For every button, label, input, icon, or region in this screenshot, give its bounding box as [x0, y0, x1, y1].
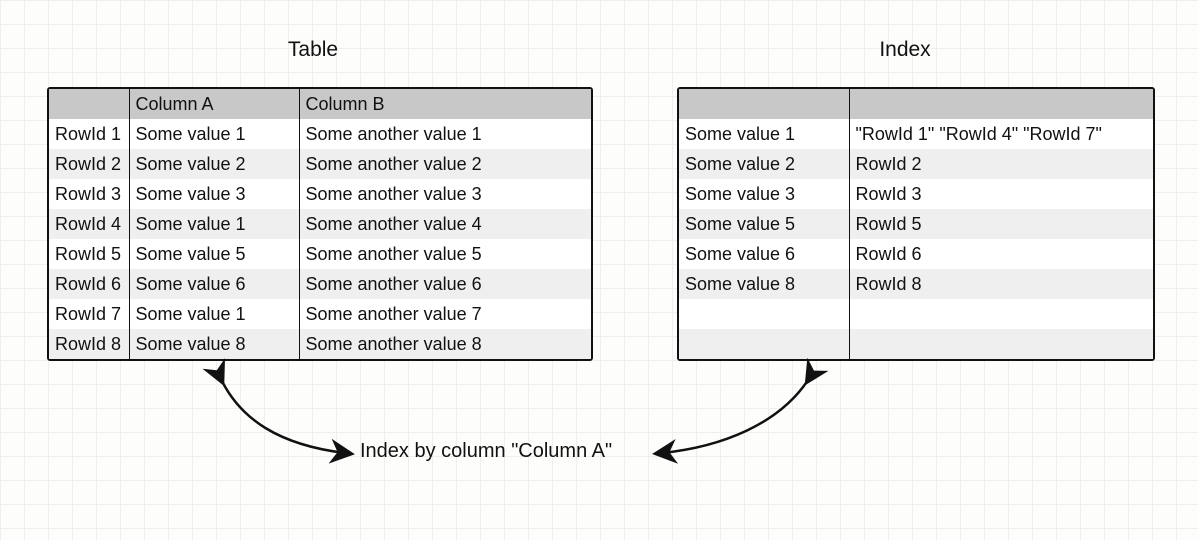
- cell-colB: Some another value 1: [299, 119, 591, 149]
- table-header: Column A: [129, 89, 299, 119]
- cell-rowid: RowId 8: [49, 329, 129, 359]
- cell-colA: Some value 5: [129, 239, 299, 269]
- cell-colA: Some value 8: [129, 329, 299, 359]
- cell-rowid: RowId 5: [49, 239, 129, 269]
- index-row: Some value 2RowId 2: [679, 149, 1153, 179]
- cell-colA: Some value 6: [129, 269, 299, 299]
- table-header: [49, 89, 129, 119]
- cell-rowid: RowId 3: [49, 179, 129, 209]
- index-key: Some value 2: [679, 149, 849, 179]
- cell-colB: Some another value 4: [299, 209, 591, 239]
- cell-colA: Some value 3: [129, 179, 299, 209]
- cell-rowid: RowId 4: [49, 209, 129, 239]
- index-row-empty: [679, 329, 1153, 359]
- index-value: "RowId 1" "RowId 4" "RowId 7": [849, 119, 1153, 149]
- table-header-row: Column A Column B: [49, 89, 591, 119]
- empty-cell: [679, 329, 849, 359]
- cell-rowid: RowId 6: [49, 269, 129, 299]
- main-table: Column A Column B RowId 1Some value 1Som…: [47, 87, 593, 361]
- index-table: Some value 1"RowId 1" "RowId 4" "RowId 7…: [677, 87, 1155, 361]
- table-row: RowId 4Some value 1Some another value 4: [49, 209, 591, 239]
- index-row: Some value 5RowId 5: [679, 209, 1153, 239]
- index-header-row: [679, 89, 1153, 119]
- empty-cell: [679, 299, 849, 329]
- index-header: [849, 89, 1153, 119]
- table-title: Table: [253, 38, 373, 62]
- index-title: Index: [845, 38, 965, 62]
- empty-cell: [849, 329, 1153, 359]
- cell-colB: Some another value 7: [299, 299, 591, 329]
- cell-colB: Some another value 6: [299, 269, 591, 299]
- cell-colB: Some another value 2: [299, 149, 591, 179]
- index-key: Some value 5: [679, 209, 849, 239]
- table-row: RowId 6Some value 6Some another value 6: [49, 269, 591, 299]
- index-row: Some value 3RowId 3: [679, 179, 1153, 209]
- cell-colB: Some another value 8: [299, 329, 591, 359]
- index-value: RowId 6: [849, 239, 1153, 269]
- index-row: Some value 8RowId 8: [679, 269, 1153, 299]
- cell-colA: Some value 1: [129, 119, 299, 149]
- cell-colA: Some value 1: [129, 299, 299, 329]
- table-row: RowId 3Some value 3Some another value 3: [49, 179, 591, 209]
- empty-cell: [849, 299, 1153, 329]
- table-row: RowId 5Some value 5Some another value 5: [49, 239, 591, 269]
- index-row: Some value 1"RowId 1" "RowId 4" "RowId 7…: [679, 119, 1153, 149]
- index-key: Some value 8: [679, 269, 849, 299]
- table-header: Column B: [299, 89, 591, 119]
- cell-colB: Some another value 3: [299, 179, 591, 209]
- table-row: RowId 2Some value 2Some another value 2: [49, 149, 591, 179]
- index-value: RowId 8: [849, 269, 1153, 299]
- cell-rowid: RowId 1: [49, 119, 129, 149]
- cell-colA: Some value 1: [129, 209, 299, 239]
- cell-rowid: RowId 7: [49, 299, 129, 329]
- caption-text: Index by column "Column A": [360, 440, 660, 463]
- index-row-empty: [679, 299, 1153, 329]
- table-row: RowId 1Some value 1Some another value 1: [49, 119, 591, 149]
- index-row: Some value 6RowId 6: [679, 239, 1153, 269]
- index-key: Some value 3: [679, 179, 849, 209]
- cell-rowid: RowId 2: [49, 149, 129, 179]
- index-value: RowId 3: [849, 179, 1153, 209]
- index-header: [679, 89, 849, 119]
- index-key: Some value 1: [679, 119, 849, 149]
- index-value: RowId 2: [849, 149, 1153, 179]
- table-row: RowId 8Some value 8Some another value 8: [49, 329, 591, 359]
- index-key: Some value 6: [679, 239, 849, 269]
- cell-colB: Some another value 5: [299, 239, 591, 269]
- index-value: RowId 5: [849, 209, 1153, 239]
- table-row: RowId 7Some value 1Some another value 7: [49, 299, 591, 329]
- arrow-right-icon: [650, 365, 830, 475]
- arrow-left-icon: [200, 365, 360, 475]
- cell-colA: Some value 2: [129, 149, 299, 179]
